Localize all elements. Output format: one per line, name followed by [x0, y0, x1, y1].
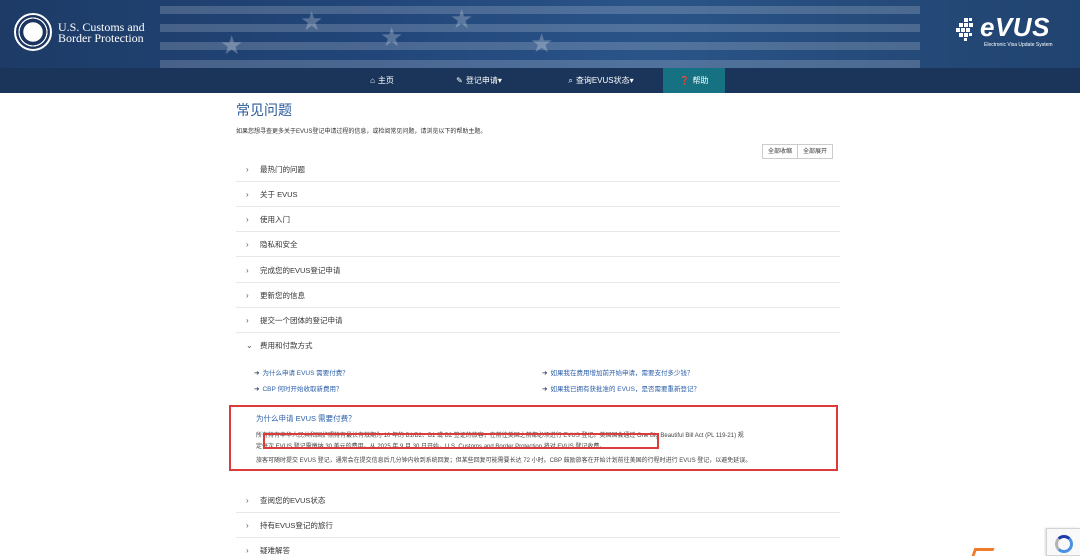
faq-section-group[interactable]: › 提交一个团体的登记申请: [236, 308, 840, 333]
agency-name[interactable]: U.S. Customs and Border Protection: [58, 21, 178, 44]
faq-section-fees[interactable]: ⌄ 费用和付款方式: [236, 333, 840, 358]
faq-section-status[interactable]: › 查阅您的EVUS状态: [236, 488, 840, 513]
faq-section[interactable]: › 关于 EVUS: [236, 182, 840, 207]
recaptcha-icon: [1055, 535, 1073, 553]
faq-section[interactable]: › 使用入门: [236, 207, 840, 232]
site-header: ★ ★ ★ ★ ★ U.S. Customs and Border Protec…: [0, 0, 1080, 68]
faq-section[interactable]: › 更新您的信息: [236, 283, 840, 308]
nav-apply[interactable]: ✎ 登记申请▾: [442, 68, 516, 93]
page-title: 常见问题: [236, 102, 292, 118]
chevron-right-icon: ›: [246, 190, 249, 199]
pencil-icon: ✎: [456, 76, 463, 85]
evus-logo[interactable]: eVUS Electronic Visa Update System: [954, 12, 1062, 54]
chevron-right-icon: ›: [246, 521, 249, 530]
faq-section-about[interactable]: › 关于 EVUS: [236, 182, 840, 207]
arrow-right-icon: ➔: [542, 386, 548, 393]
faq-section[interactable]: › 持有EVUS登记的旅行: [236, 513, 840, 538]
evus-wordmark: eVUS: [980, 12, 1050, 42]
question-link-when-fee[interactable]: ➔ CBP 何时开始收取新费用？: [254, 383, 343, 393]
question-link-why-fee[interactable]: ➔ 为什么申请 EVUS 需要付费？: [254, 367, 349, 377]
caret-down-icon: ▾: [497, 76, 502, 85]
chevron-right-icon: ›: [246, 291, 249, 300]
help-icon: ❓: [679, 76, 690, 85]
faq-section[interactable]: › 隐私和安全: [236, 232, 840, 257]
chevron-right-icon: ›: [246, 240, 249, 249]
arrow-right-icon: ➔: [254, 386, 260, 393]
nav-help[interactable]: ❓ 帮助: [663, 68, 725, 93]
chevron-right-icon: ›: [246, 316, 249, 325]
main-nav: ⌂ 主页 ✎ 登记申请▾ ⌕ 查询EVUS状态▾ ❓ 帮助: [0, 68, 1080, 93]
star-icon: ★: [450, 4, 474, 34]
faq-section[interactable]: › 最热门的问题: [236, 157, 840, 182]
chevron-right-icon: ›: [246, 496, 249, 505]
faq-intro: 常见问题 如果您想寻查更多关于EVUS登记申请过程的信息，或检阅常见问题，请浏览…: [236, 100, 840, 135]
question-link-fee-amount[interactable]: ➔ 如果我在费用增加前开始申请，需要支付多少钱？: [542, 367, 693, 377]
answer-title: 为什么申请 EVUS 需要付费？: [256, 414, 356, 423]
faq-section[interactable]: › 提交一个团体的登记申请: [236, 308, 840, 333]
nav-home[interactable]: ⌂ 主页: [356, 68, 408, 93]
faq-section[interactable]: › 完成您的EVUS登记申请: [236, 258, 840, 283]
faq-section-privacy[interactable]: › 隐私和安全: [236, 232, 840, 257]
chevron-right-icon: ›: [246, 165, 249, 174]
faq-section[interactable]: › 查阅您的EVUS状态: [236, 488, 840, 513]
faq-section-travel[interactable]: › 持有EVUS登记的旅行: [236, 513, 840, 538]
chevron-right-icon: ›: [246, 266, 249, 275]
answer-text-line-3: 旅客可随时提交 EVUS 登记，通常会在提交信息后几分钟内收到系统回复；但某些回…: [256, 458, 752, 464]
faq-section[interactable]: › 疑难解答: [236, 538, 840, 556]
chevron-down-icon: ⌄: [246, 341, 253, 350]
faq-section-popular[interactable]: › 最热门的问题: [236, 157, 840, 182]
search-icon: ⌕: [568, 76, 573, 85]
faq-section-complete[interactable]: › 完成您的EVUS登记申请: [236, 258, 840, 283]
question-link-reregister[interactable]: ➔ 如果我已拥有获批准的 EVUS，是否需要重新登记？: [542, 383, 700, 393]
recaptcha-badge[interactable]: [1046, 528, 1080, 556]
faq-section-troubleshooting[interactable]: › 疑难解答: [236, 538, 840, 556]
star-icon: ★: [530, 28, 554, 58]
page-description: 如果您想寻查更多关于EVUS登记申请过程的信息，或检阅常见问题，请浏览以下的帮助…: [236, 129, 487, 135]
evus-globe-icon: [956, 18, 973, 41]
faq-section-update[interactable]: › 更新您的信息: [236, 283, 840, 308]
chevron-right-icon: ›: [246, 215, 249, 224]
star-icon: ★: [380, 22, 404, 52]
evus-tagline: Electronic Visa Update System: [984, 42, 1053, 48]
chevron-right-icon: ›: [246, 546, 249, 555]
faq-section[interactable]: ⌄ 费用和付款方式: [236, 333, 840, 358]
nav-check-status[interactable]: ⌕ 查询EVUS状态▾: [556, 68, 646, 93]
star-icon: ★: [220, 30, 244, 60]
corner-decoration: [971, 548, 995, 556]
caret-down-icon: ▾: [629, 76, 634, 85]
faq-section-getting-started[interactable]: › 使用入门: [236, 207, 840, 232]
home-icon: ⌂: [370, 76, 375, 85]
arrow-right-icon: ➔: [254, 370, 260, 377]
fee-sentence-highlight: [263, 433, 659, 449]
star-icon: ★: [300, 6, 324, 36]
cbp-seal-icon[interactable]: [14, 13, 52, 51]
arrow-right-icon: ➔: [542, 370, 548, 377]
